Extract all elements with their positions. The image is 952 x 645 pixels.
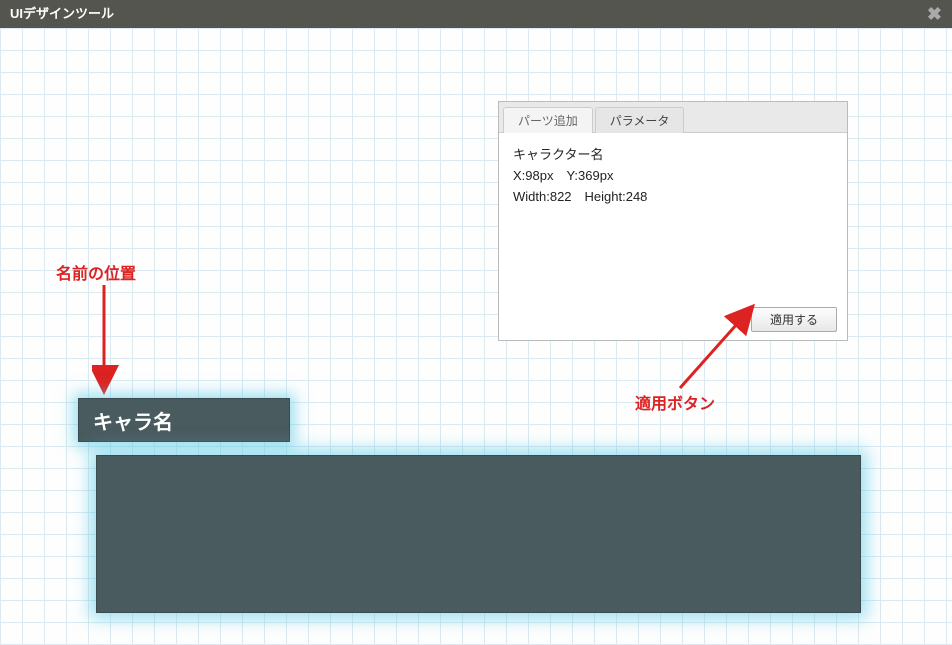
tab-parameter[interactable]: パラメータ	[595, 107, 685, 133]
arrow-apply-icon	[670, 303, 790, 403]
tab-add-parts[interactable]: パーツ追加	[503, 107, 593, 133]
titlebar: UIデザインツール ✖	[0, 0, 952, 28]
character-name-box[interactable]: キャラ名	[78, 398, 290, 442]
param-size: Width:822 Height:248	[513, 187, 833, 208]
param-coords: X:98px Y:369px	[513, 166, 833, 187]
panel-tabbar: パーツ追加 パラメータ	[499, 102, 847, 133]
param-char-name: キャラクター名	[513, 145, 833, 166]
title: UIデザインツール	[10, 0, 114, 28]
character-name-text: キャラ名	[93, 406, 173, 435]
close-icon[interactable]: ✖	[927, 0, 942, 28]
message-window-box[interactable]	[96, 455, 861, 613]
panel-body: キャラクター名 X:98px Y:369px Width:822 Height:…	[499, 133, 847, 299]
arrow-name-icon	[92, 280, 132, 400]
design-canvas[interactable]: パーツ追加 パラメータ キャラクター名 X:98px Y:369px Width…	[0, 28, 952, 645]
